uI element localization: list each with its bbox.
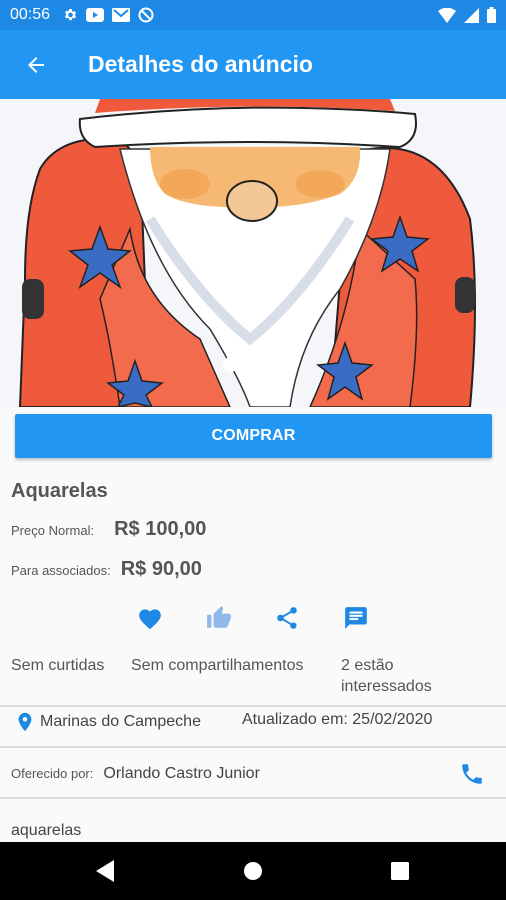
battery-icon <box>487 7 496 23</box>
interested-line-1: 2 estão <box>341 657 394 674</box>
product-description: aquarelas <box>11 822 82 839</box>
offered-by-row: Oferecido por: Orlando Castro Junior <box>11 765 260 783</box>
share-icon <box>277 607 297 629</box>
gmail-icon <box>112 8 131 22</box>
wifi-icon <box>438 7 456 23</box>
normal-price-label: Preço Normal: <box>11 523 95 538</box>
app-bar: Detalhes do anúncio <box>0 30 506 99</box>
normal-price-row: Preço Normal: R$ 100,00 <box>11 518 206 541</box>
location-pin-icon <box>18 712 32 732</box>
shares-count: Sem compartilhamentos <box>131 657 304 674</box>
like-button[interactable] <box>135 603 165 633</box>
nav-home-icon <box>244 862 262 880</box>
divider <box>0 705 506 707</box>
product-title: Aquarelas <box>11 480 108 502</box>
interested-count: 2 estão interessados <box>341 655 432 697</box>
carousel-dot[interactable] <box>223 357 238 372</box>
nav-back-icon <box>96 860 114 882</box>
thumbs-up-button[interactable] <box>204 603 234 633</box>
location-row: Marinas do Campeche <box>14 709 201 735</box>
buy-button[interactable]: COMPRAR <box>15 414 492 458</box>
chat-button[interactable] <box>341 603 371 633</box>
signal-icon <box>464 7 479 23</box>
updated-date: Atualizado em: 25/02/2020 <box>242 711 433 728</box>
chat-icon <box>345 607 367 629</box>
status-time: 00:56 <box>10 6 51 23</box>
carousel-dot[interactable] <box>267 357 282 372</box>
status-notification-icons <box>62 7 154 23</box>
status-system-icons <box>438 7 496 23</box>
action-bar <box>0 603 506 633</box>
divider <box>0 797 506 799</box>
sync-off-icon <box>138 7 154 23</box>
member-price-value: R$ 90,00 <box>120 558 202 580</box>
normal-price-value: R$ 100,00 <box>114 518 207 540</box>
nav-home-button[interactable] <box>238 856 268 886</box>
seller-name: Orlando Castro Junior <box>103 765 260 782</box>
divider <box>0 746 506 748</box>
offered-by-label: Oferecido por: <box>11 766 94 781</box>
thumbs-up-icon <box>207 606 231 628</box>
carousel-indicators <box>223 357 282 372</box>
share-button[interactable] <box>272 603 302 633</box>
arrow-back-icon <box>28 56 44 73</box>
nav-back-button[interactable] <box>91 856 121 886</box>
nav-recents-button[interactable] <box>385 856 415 886</box>
carousel-dot[interactable] <box>245 357 260 372</box>
phone-icon <box>462 764 482 784</box>
back-button[interactable] <box>8 37 64 93</box>
youtube-icon <box>86 8 105 22</box>
nav-recents-icon <box>391 862 409 880</box>
member-price-label: Para associados: <box>11 563 111 578</box>
call-button[interactable] <box>458 760 486 788</box>
system-nav-bar <box>0 842 506 900</box>
heart-icon <box>139 609 161 630</box>
interested-line-2: interessados <box>341 678 432 695</box>
member-price-row: Para associados: R$ 90,00 <box>11 558 202 581</box>
status-bar: 00:56 <box>0 0 506 30</box>
likes-count: Sem curtidas <box>11 657 105 674</box>
page-title: Detalhes do anúncio <box>88 51 313 77</box>
settings-icon <box>64 9 77 21</box>
location-text: Marinas do Campeche <box>40 713 201 730</box>
